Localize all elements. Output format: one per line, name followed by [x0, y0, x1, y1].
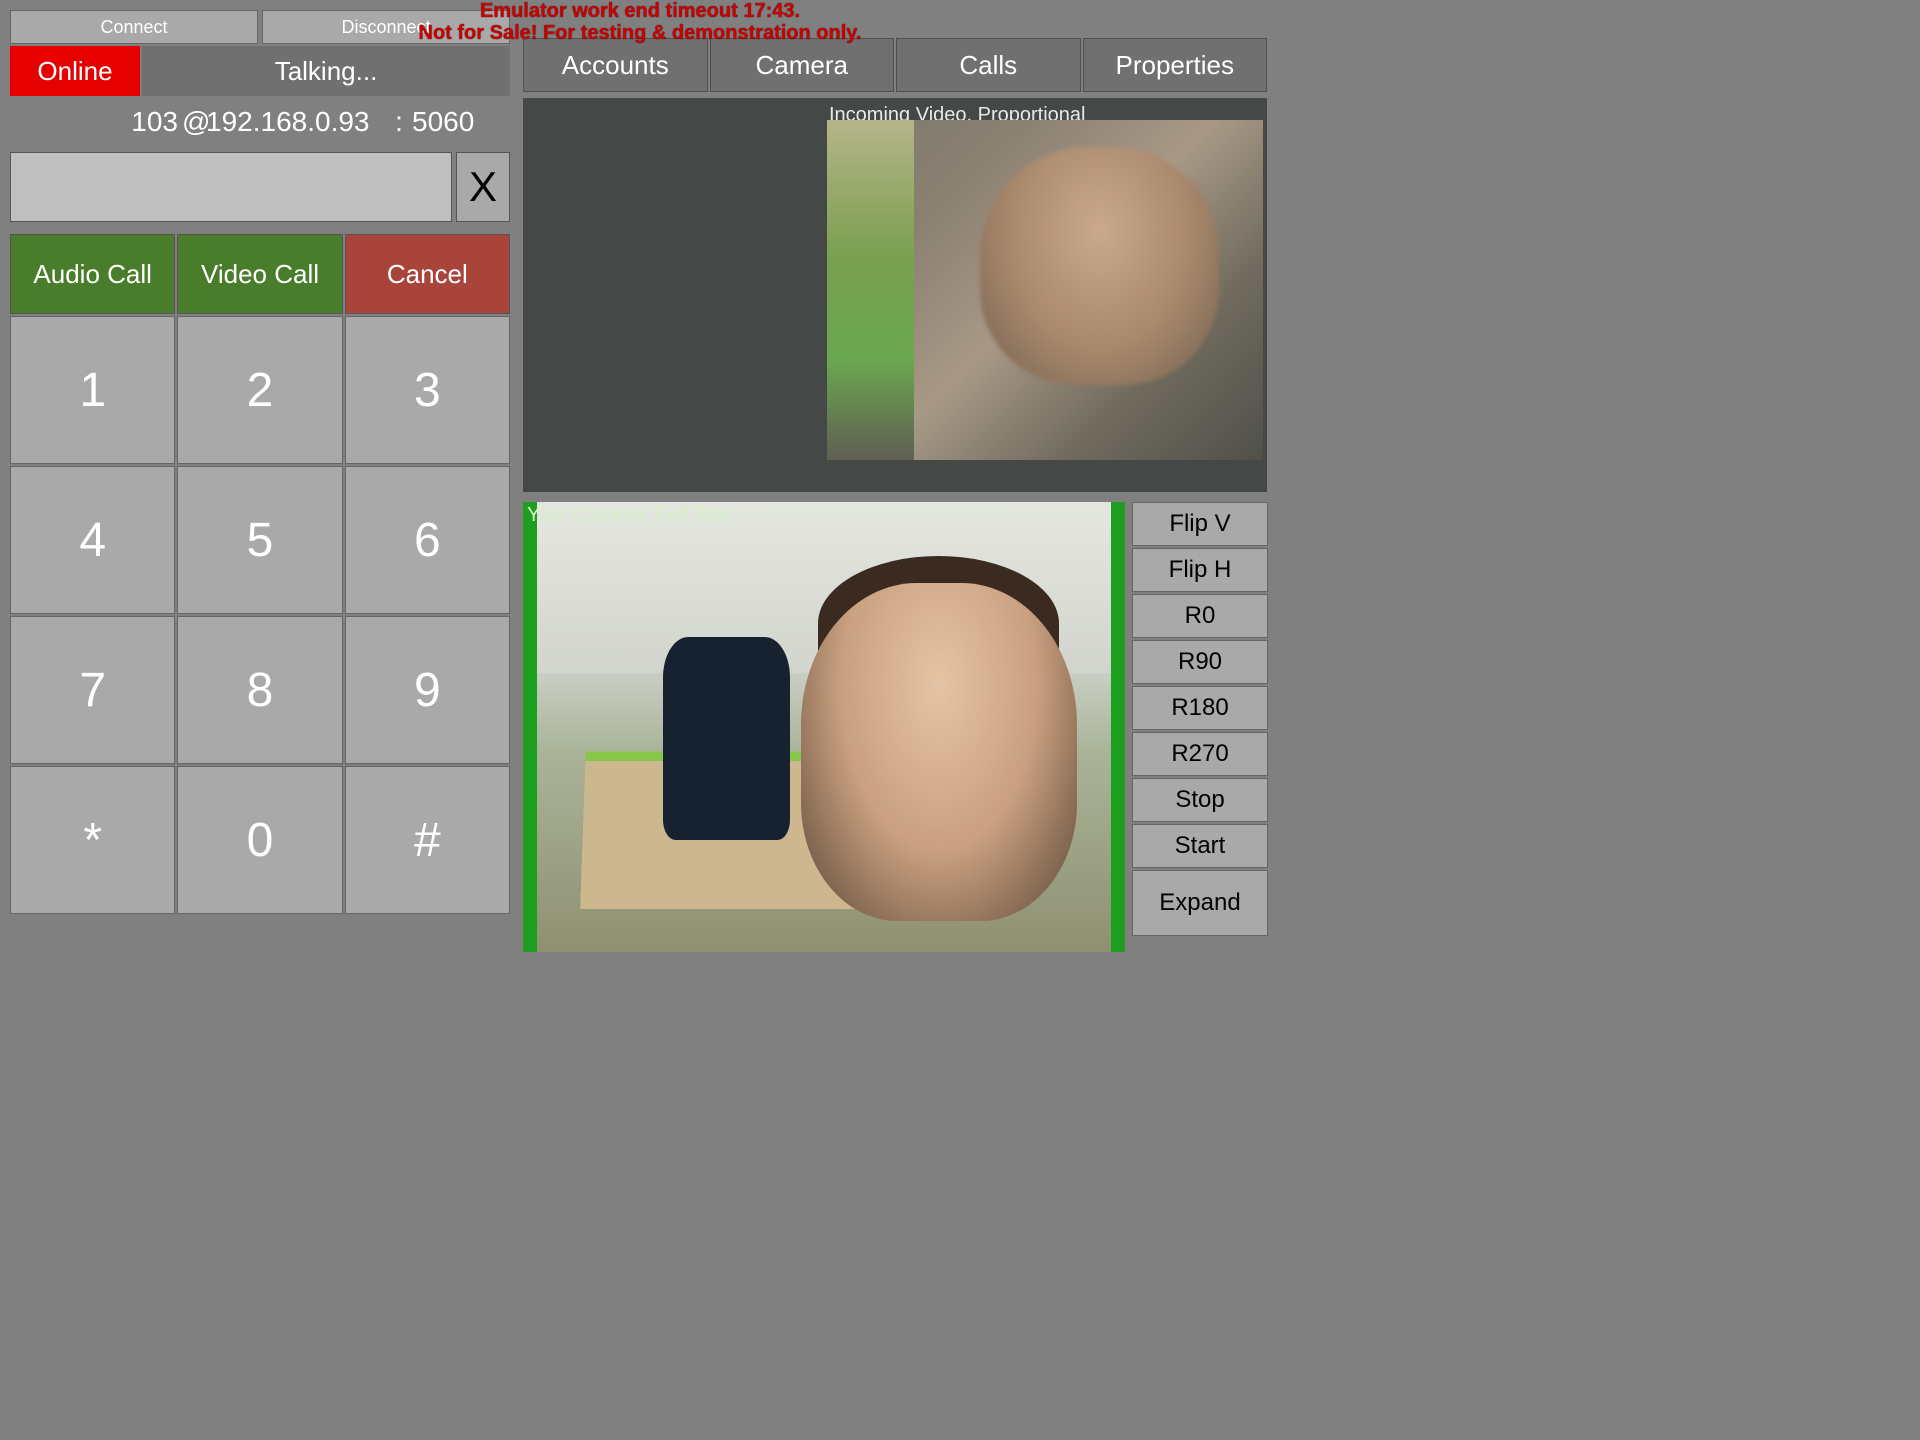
audio-call-button[interactable]: Audio Call [10, 234, 175, 314]
dial-input[interactable] [10, 152, 452, 222]
start-button[interactable]: Start [1132, 824, 1268, 868]
keypad-0[interactable]: 0 [177, 766, 342, 914]
camera-controls: Flip V Flip H R0 R90 R180 R270 Stop Star… [1132, 502, 1268, 936]
disconnect-button[interactable]: Disconnect [262, 10, 510, 44]
keypad: 1 2 3 4 5 6 7 8 9 * 0 # [10, 316, 510, 914]
flip-h-button[interactable]: Flip H [1132, 548, 1268, 592]
sip-port[interactable]: 5060 [406, 106, 486, 138]
local-greenbar-right [1111, 502, 1125, 952]
keypad-3[interactable]: 3 [345, 316, 510, 464]
warning-timeout: Emulator work end timeout 17:43. [480, 0, 800, 23]
right-tabs: Accounts Camera Calls Properties [523, 38, 1267, 92]
local-camera-area: Your Camera. Full Size [523, 502, 1125, 952]
sip-host[interactable]: 192.168.0.93 [202, 106, 392, 138]
local-face-placeholder [801, 583, 1077, 921]
sip-address-row: 103 @ 192.168.0.93 : 5060 [10, 98, 510, 146]
local-greenbar-left [523, 502, 537, 952]
cancel-button[interactable]: Cancel [345, 234, 510, 314]
incoming-video-area: Incoming Video. Proportional [523, 98, 1267, 492]
left-panel: Connect Disconnect Online Talking... 103… [10, 10, 510, 914]
keypad-8[interactable]: 8 [177, 616, 342, 764]
status-online: Online [10, 46, 140, 96]
keypad-1[interactable]: 1 [10, 316, 175, 464]
keypad-5[interactable]: 5 [177, 466, 342, 614]
keypad-star[interactable]: * [10, 766, 175, 914]
tab-properties[interactable]: Properties [1083, 38, 1268, 92]
keypad-4[interactable]: 4 [10, 466, 175, 614]
sip-colon: : [392, 106, 406, 138]
connection-row: Connect Disconnect [10, 10, 510, 44]
keypad-7[interactable]: 7 [10, 616, 175, 764]
keypad-9[interactable]: 9 [345, 616, 510, 764]
keypad-hash[interactable]: # [345, 766, 510, 914]
status-talking: Talking... [142, 46, 510, 96]
local-bg-person [663, 637, 789, 840]
dial-clear-button[interactable]: X [456, 152, 510, 222]
tab-accounts[interactable]: Accounts [523, 38, 708, 92]
rotate-0-button[interactable]: R0 [1132, 594, 1268, 638]
rotate-90-button[interactable]: R90 [1132, 640, 1268, 684]
keypad-2[interactable]: 2 [177, 316, 342, 464]
sip-at: @ [182, 106, 202, 138]
connect-button[interactable]: Connect [10, 10, 258, 44]
app-root: Emulator work end timeout 17:43. Not for… [0, 0, 1280, 960]
dial-input-row: X [10, 152, 510, 222]
rotate-180-button[interactable]: R180 [1132, 686, 1268, 730]
incoming-face-placeholder [980, 147, 1220, 385]
status-row: Online Talking... [10, 46, 510, 96]
incoming-video[interactable] [827, 120, 1263, 460]
keypad-6[interactable]: 6 [345, 466, 510, 614]
local-video[interactable] [537, 502, 1111, 952]
flip-v-button[interactable]: Flip V [1132, 502, 1268, 546]
sip-user[interactable]: 103 [10, 106, 182, 138]
expand-button[interactable]: Expand [1132, 870, 1268, 936]
tab-calls[interactable]: Calls [896, 38, 1081, 92]
rotate-270-button[interactable]: R270 [1132, 732, 1268, 776]
tab-camera[interactable]: Camera [710, 38, 895, 92]
video-call-button[interactable]: Video Call [177, 234, 342, 314]
local-caption: Your Camera. Full Size [527, 504, 732, 527]
call-row: Audio Call Video Call Cancel [10, 234, 510, 314]
stop-button[interactable]: Stop [1132, 778, 1268, 822]
